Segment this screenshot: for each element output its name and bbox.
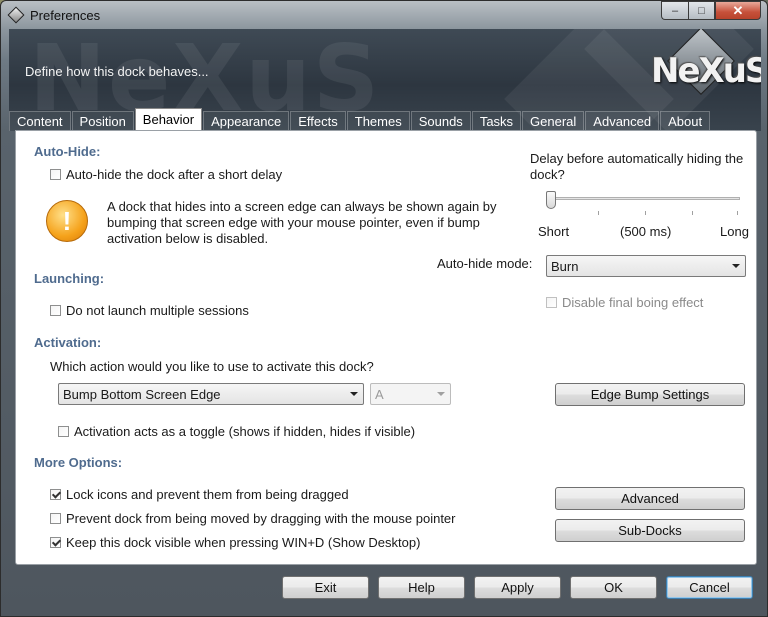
title-bar[interactable]: Preferences – □ ✕ <box>1 1 767 29</box>
delay-slider-thumb[interactable] <box>546 191 556 209</box>
caption-buttons: – □ ✕ <box>661 1 761 20</box>
tab-general[interactable]: General <box>522 111 585 131</box>
chevron-down-icon <box>732 264 740 268</box>
checkbox-box[interactable] <box>50 513 61 524</box>
slider-value-label: (500 ms) <box>620 224 672 239</box>
lock-icons-checkbox[interactable]: Lock icons and prevent them from being d… <box>50 487 349 502</box>
slider-long-label: Long <box>720 224 749 239</box>
more-options-heading: More Options: <box>34 455 123 470</box>
keep-visible-checkbox[interactable]: Keep this dock visible when pressing WIN… <box>50 535 420 550</box>
tab-about[interactable]: About <box>660 111 711 131</box>
help-button[interactable]: Help <box>378 576 465 599</box>
chevron-down-icon <box>437 392 445 396</box>
checkbox-box[interactable] <box>50 169 61 180</box>
tab-sounds[interactable]: Sounds <box>410 111 471 131</box>
exit-button[interactable]: Exit <box>282 576 369 599</box>
activation-question: Which action would you like to use to ac… <box>50 359 374 374</box>
autohide-mode-value: Burn <box>551 258 579 274</box>
no-multiple-sessions-label: Do not launch multiple sessions <box>66 303 249 318</box>
autohide-checkbox-label: Auto-hide the dock after a short delay <box>66 167 283 182</box>
nexus-logo: NeXuS <box>649 29 761 111</box>
activation-key-select[interactable]: A <box>370 383 451 405</box>
slider-tick <box>598 211 599 215</box>
tab-appearance[interactable]: Appearance <box>203 111 290 131</box>
autohide-checkbox[interactable]: Auto-hide the dock after a short delay <box>50 167 282 182</box>
apply-button[interactable]: Apply <box>474 576 561 599</box>
delay-label: Delay before automatically hiding the do… <box>530 151 744 182</box>
disable-boing-checkbox[interactable]: Disable final boing effect <box>546 295 703 310</box>
checkbox-box[interactable] <box>50 489 61 500</box>
advanced-button[interactable]: Advanced <box>555 487 745 510</box>
prevent-move-label: Prevent dock from being moved by draggin… <box>66 511 456 526</box>
sub-docks-button[interactable]: Sub-Docks <box>555 519 745 542</box>
tab-themes[interactable]: Themes <box>346 111 410 131</box>
checkbox-box[interactable] <box>50 537 61 548</box>
cancel-button[interactable]: Cancel <box>666 576 753 599</box>
slider-tick <box>692 211 693 215</box>
slider-short-label: Short <box>538 224 570 239</box>
autohide-heading: Auto-Hide: <box>34 144 101 159</box>
disable-boing-label: Disable final boing effect <box>562 295 704 310</box>
prevent-move-checkbox[interactable]: Prevent dock from being moved by draggin… <box>50 511 456 526</box>
behavior-panel: Auto-Hide: Auto-hide the dock after a sh… <box>15 130 757 565</box>
logo-text: NeXuS <box>651 51 761 91</box>
lock-icons-label: Lock icons and prevent them from being d… <box>66 487 349 502</box>
minimize-button[interactable]: – <box>661 1 688 20</box>
chevron-down-icon <box>350 392 358 396</box>
activation-toggle-label: Activation acts as a toggle (shows if hi… <box>74 424 416 439</box>
app-icon <box>7 6 25 24</box>
slider-tick <box>645 211 646 215</box>
preferences-window: Preferences – □ ✕ NeXuS Define how this … <box>0 0 768 617</box>
tab-tasks[interactable]: Tasks <box>471 111 522 131</box>
autohide-info-text: A dock that hides into a screen edge can… <box>107 199 497 246</box>
no-multiple-sessions-checkbox[interactable]: Do not launch multiple sessions <box>50 303 249 318</box>
close-button[interactable]: ✕ <box>715 1 761 20</box>
checkbox-box[interactable] <box>58 426 69 437</box>
keep-visible-label: Keep this dock visible when pressing WIN… <box>66 535 421 550</box>
activation-key-value: A <box>375 386 384 402</box>
activation-heading: Activation: <box>34 335 102 350</box>
tab-strip: Content Position Behavior Appearance Effects… <box>9 106 711 131</box>
activation-action-select[interactable]: Bump Bottom Screen Edge <box>58 383 364 405</box>
ok-button[interactable]: OK <box>570 576 657 599</box>
warning-icon: ! <box>46 200 88 242</box>
slider-tick <box>737 211 738 215</box>
checkbox-box[interactable] <box>50 305 61 316</box>
page-description: Define how this dock behaves... <box>25 64 209 79</box>
maximize-button[interactable]: □ <box>688 1 715 20</box>
activation-toggle-checkbox[interactable]: Activation acts as a toggle (shows if hi… <box>58 424 415 439</box>
checkbox-box[interactable] <box>546 297 557 308</box>
activation-action-value: Bump Bottom Screen Edge <box>63 386 221 402</box>
tab-behavior[interactable]: Behavior <box>134 108 203 131</box>
tab-advanced[interactable]: Advanced <box>585 111 660 131</box>
tab-position[interactable]: Position <box>71 111 134 131</box>
autohide-mode-label: Auto-hide mode: <box>437 256 533 271</box>
tab-effects[interactable]: Effects <box>290 111 346 131</box>
delay-slider-track[interactable] <box>550 197 740 200</box>
autohide-mode-select[interactable]: Burn <box>546 255 746 277</box>
launching-heading: Launching: <box>34 271 105 286</box>
edge-bump-settings-button[interactable]: Edge Bump Settings <box>555 383 745 406</box>
window-title: Preferences <box>30 8 101 23</box>
tab-content[interactable]: Content <box>9 111 71 131</box>
